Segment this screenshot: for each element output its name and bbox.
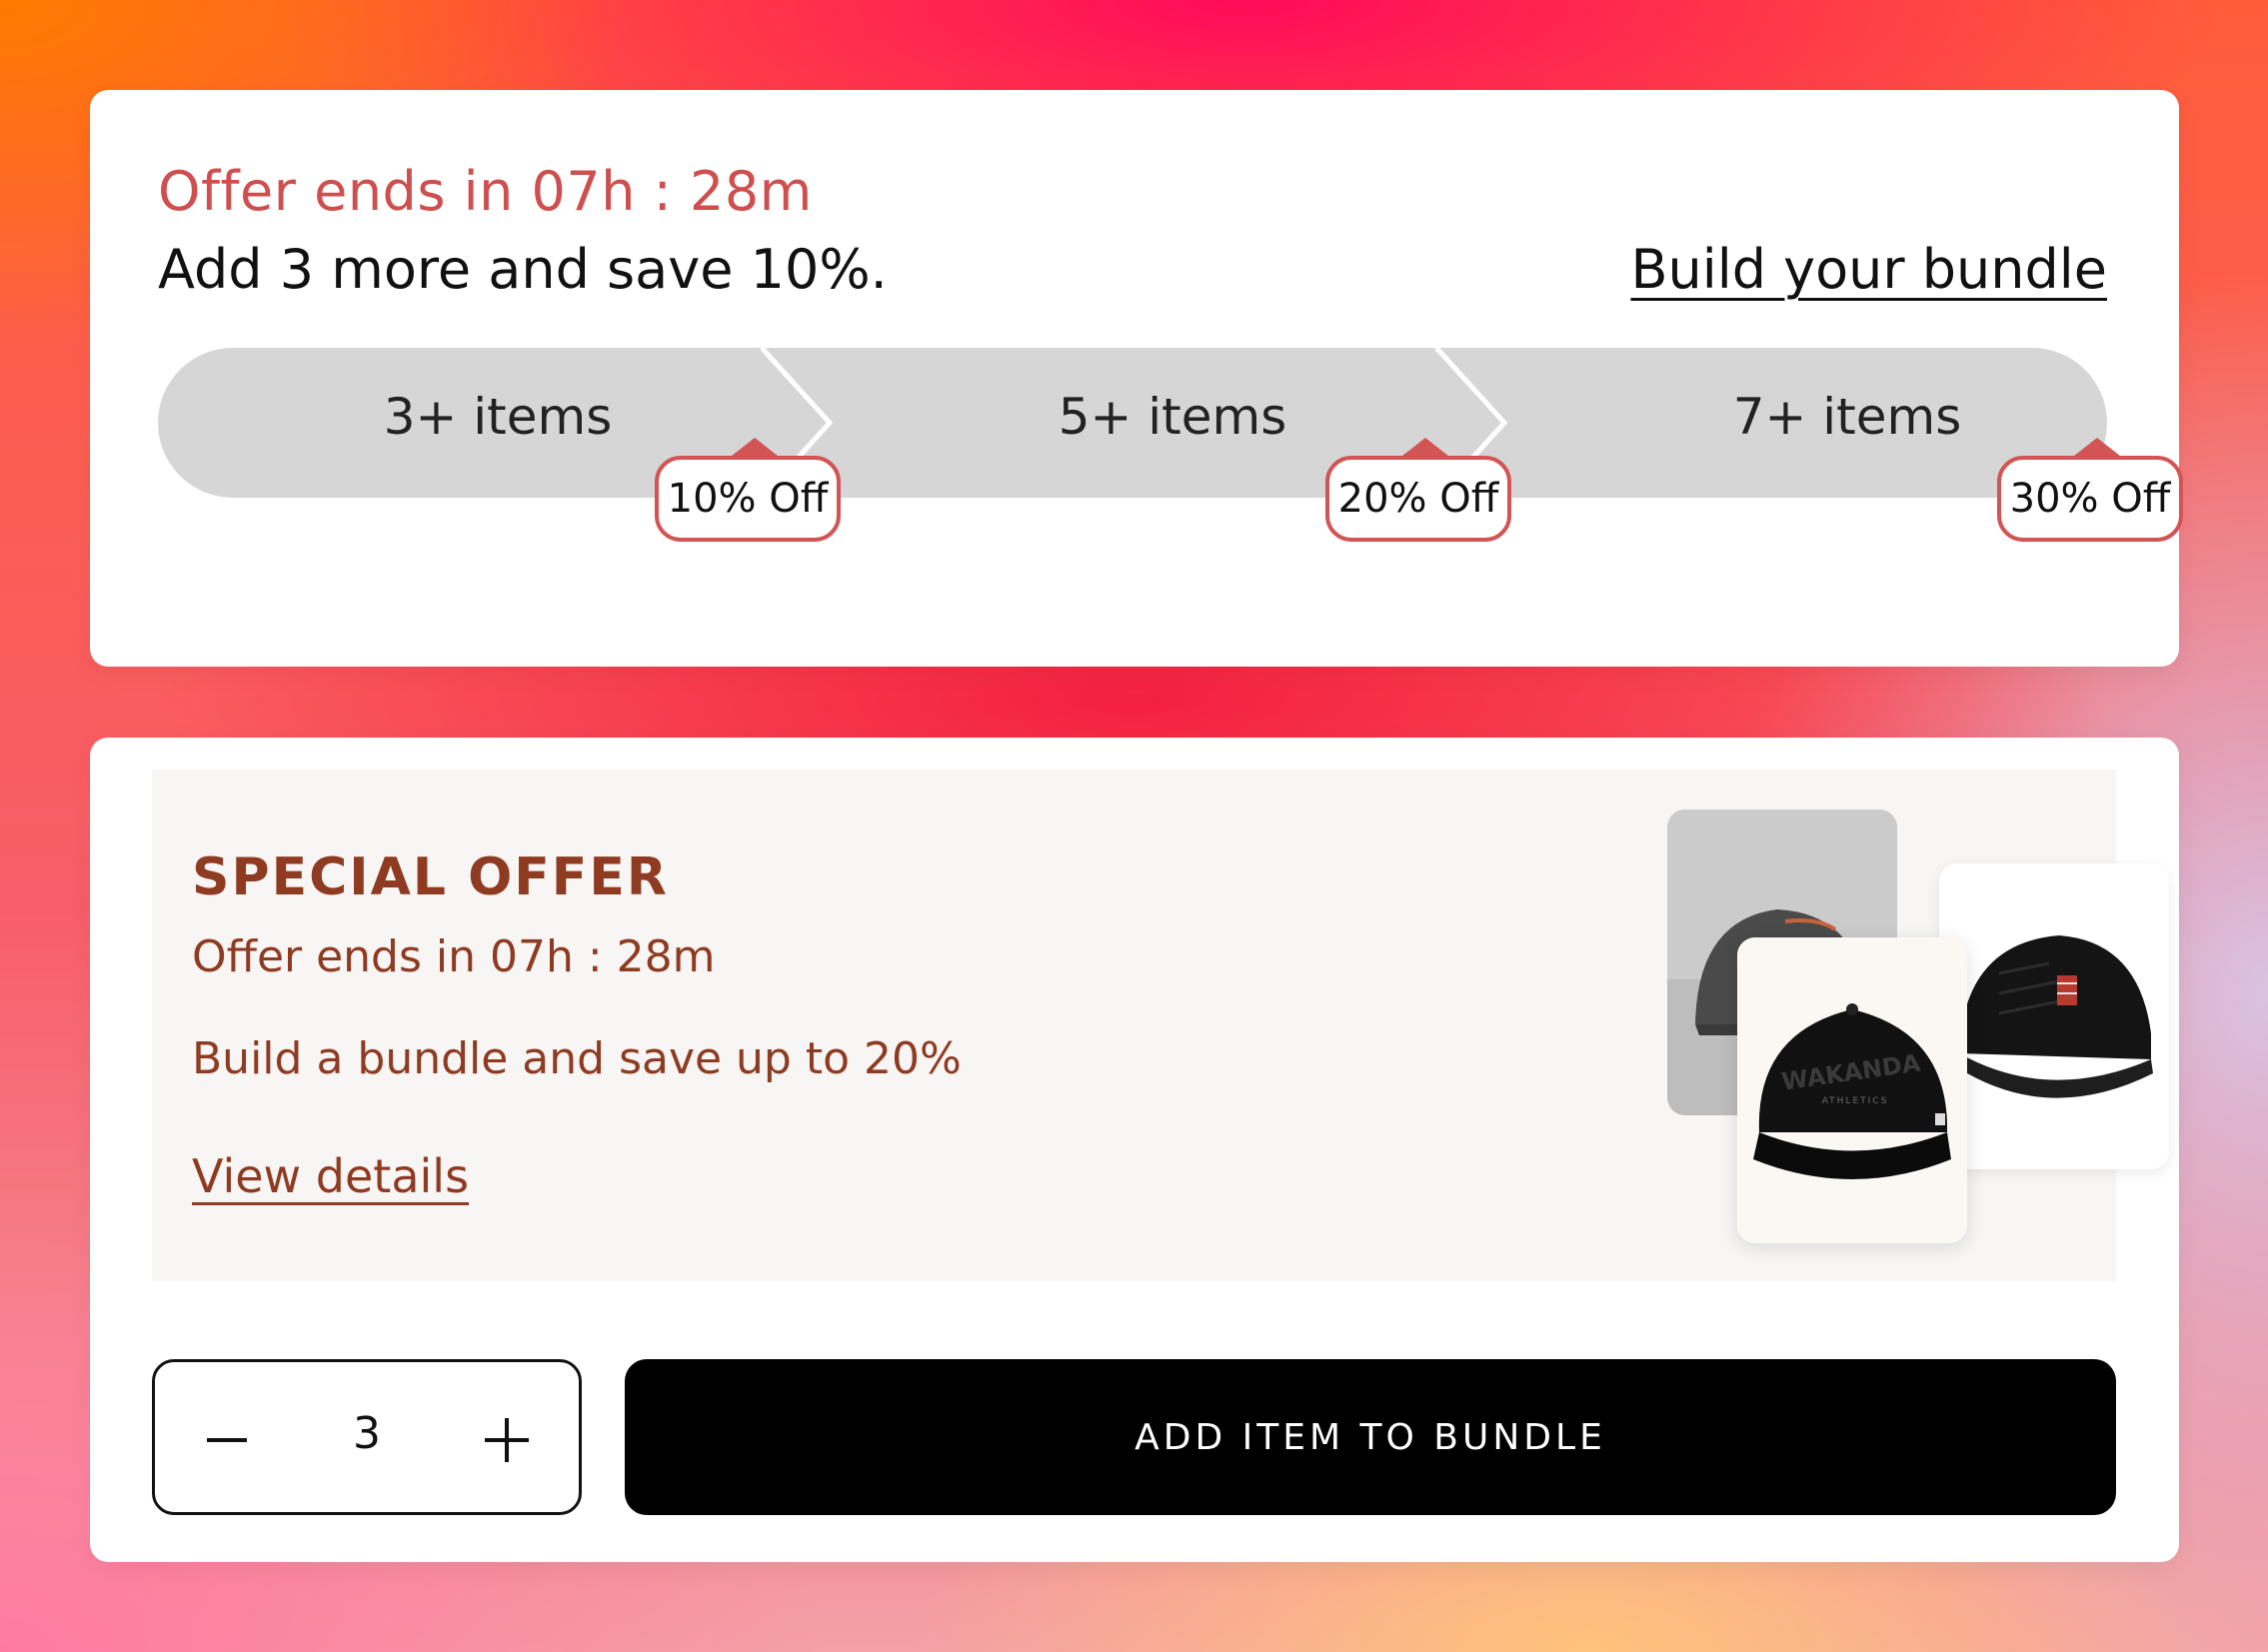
cap-brand-subtext: ATHLETICS xyxy=(1822,1096,1889,1106)
plus-icon xyxy=(485,1418,529,1462)
view-details-link[interactable]: View details xyxy=(192,1149,469,1203)
special-offer-card: SPECIAL OFFER Offer ends in 07h : 28m Bu… xyxy=(90,738,2179,1562)
tier-2-discount-text: 20% Off xyxy=(1325,456,1511,542)
bundle-progress-message: Add 3 more and save 10%. xyxy=(158,238,888,301)
wakanda-cap-image: WAKANDA ATHLETICS xyxy=(1737,937,1967,1243)
decrement-button[interactable] xyxy=(177,1390,277,1490)
quantity-stepper: 3 xyxy=(152,1359,582,1515)
tier-3-discount-text: 30% Off xyxy=(1997,456,2183,542)
tier-3-discount-badge: 30% Off xyxy=(1997,438,2197,548)
build-your-bundle-link[interactable]: Build your bundle xyxy=(1630,238,2107,301)
tier-progress-track: 3+ items 5+ items 7+ items 10% Off 20% O… xyxy=(158,348,2183,588)
special-offer-panel: SPECIAL OFFER Offer ends in 07h : 28m Bu… xyxy=(152,770,2169,1281)
tier-1-discount-badge: 10% Off xyxy=(655,438,855,548)
increment-button[interactable] xyxy=(457,1390,557,1490)
minus-icon xyxy=(207,1438,247,1442)
special-offer-title: SPECIAL OFFER xyxy=(192,847,669,907)
tier-1-discount-text: 10% Off xyxy=(655,456,841,542)
special-offer-countdown: Offer ends in 07h : 28m xyxy=(192,931,716,982)
offer-countdown: Offer ends in 07h : 28m xyxy=(158,160,813,223)
special-offer-description: Build a bundle and save up to 20% xyxy=(192,1033,962,1084)
add-item-to-bundle-button[interactable]: ADD ITEM TO BUNDLE xyxy=(625,1359,2116,1515)
tier-2-discount-badge: 20% Off xyxy=(1325,438,1525,548)
quantity-value[interactable]: 3 xyxy=(285,1408,449,1459)
black-cap-flag-image xyxy=(1939,863,2169,1169)
bundle-progress-card: Offer ends in 07h : 28m Add 3 more and s… xyxy=(90,90,2183,667)
